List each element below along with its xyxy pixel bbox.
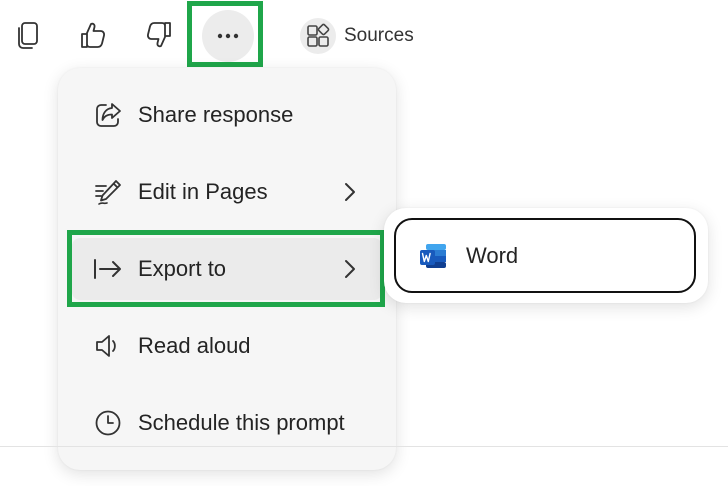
- sources-label: Sources: [344, 25, 414, 46]
- content-divider: [0, 446, 728, 447]
- menu-item-label: Share response: [138, 102, 294, 127]
- chevron-right-icon: [345, 183, 355, 201]
- thumbs-up-icon: [81, 22, 105, 48]
- copilot-response-stage: Sources Share response Edit in Pages Exp…: [0, 0, 728, 486]
- thumbs-down-icon: [147, 22, 171, 48]
- menu-item-label: Schedule this prompt: [138, 410, 345, 435]
- menu-item-schedule-prompt[interactable]: Schedule this prompt: [72, 392, 382, 454]
- menu-item-share-response[interactable]: Share response: [72, 84, 382, 146]
- copy-icon: [18, 22, 38, 49]
- submenu-item-label: Word: [466, 242, 519, 268]
- apps-grid-icon: [307, 23, 330, 47]
- sources-icon-wrap: [300, 18, 336, 54]
- word-app-icon: [420, 243, 446, 268]
- share-icon: [92, 99, 124, 131]
- menu-item-label: Edit in Pages: [138, 179, 268, 204]
- menu-item-edit-in-pages[interactable]: Edit in Pages: [72, 161, 382, 223]
- export-item-highlight: [67, 230, 385, 307]
- thumbs-down-button[interactable]: [140, 16, 178, 54]
- menu-item-read-aloud[interactable]: Read aloud: [72, 315, 382, 377]
- copy-button[interactable]: [10, 16, 46, 54]
- edit-pen-icon: [92, 176, 124, 208]
- export-submenu: Word: [384, 208, 708, 303]
- sources-button[interactable]: Sources: [300, 18, 414, 54]
- speaker-icon: [92, 330, 124, 362]
- thumbs-up-button[interactable]: [74, 16, 112, 54]
- clock-icon: [92, 407, 124, 439]
- menu-item-label: Read aloud: [138, 333, 251, 358]
- submenu-item-word[interactable]: Word: [394, 218, 696, 293]
- more-button-highlight: [187, 1, 263, 67]
